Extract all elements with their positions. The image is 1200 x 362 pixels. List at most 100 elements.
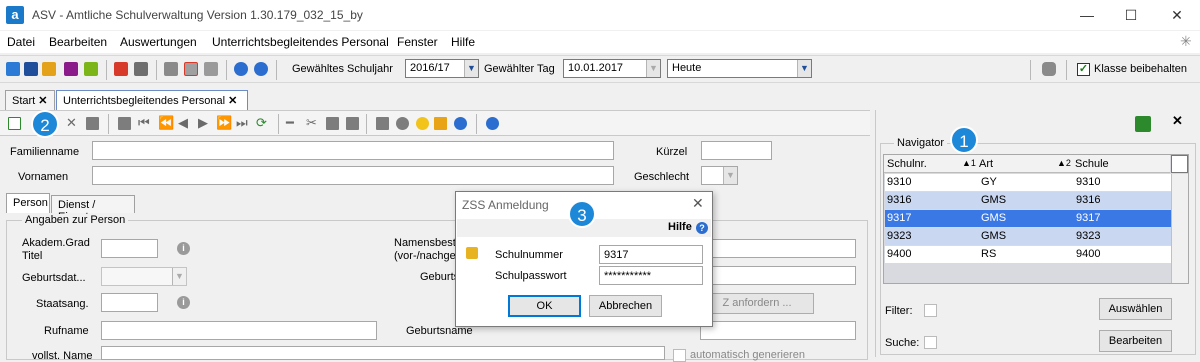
staatsang-input[interactable] <box>101 293 158 312</box>
filter-checkbox[interactable] <box>924 304 937 317</box>
bus-icon[interactable] <box>24 62 38 76</box>
maximize-button[interactable]: ☐ <box>1108 0 1154 30</box>
close-button[interactable]: ✕ <box>1154 0 1200 30</box>
table-row-selected[interactable]: 9317 GMS 9317 <box>885 210 1171 227</box>
document-icon[interactable] <box>134 62 148 76</box>
info-icon[interactable]: i <box>177 296 190 309</box>
board-icon[interactable] <box>84 62 98 76</box>
sync-icon[interactable] <box>1135 116 1151 132</box>
geburtsname-input[interactable] <box>700 321 856 340</box>
prev-record-icon[interactable]: ◀ <box>178 115 188 131</box>
help-icon[interactable] <box>254 62 268 76</box>
close-icon[interactable]: ✕ <box>228 95 237 107</box>
menu-bearbeiten[interactable]: Bearbeiten <box>49 35 107 49</box>
abbrechen-button[interactable]: Abbrechen <box>589 295 662 317</box>
auswaehlen-button[interactable]: Auswählen <box>1099 298 1172 320</box>
geburtsort-input[interactable] <box>700 266 856 285</box>
akadem-input[interactable] <box>101 239 158 258</box>
info-icon[interactable]: i <box>177 242 190 255</box>
namensbest-label-2: (vor-/nachge <box>394 250 456 262</box>
lightbulb-icon[interactable] <box>416 117 429 130</box>
settings-icon[interactable] <box>1042 62 1056 76</box>
form-icon[interactable] <box>118 117 131 130</box>
vornamen-input[interactable] <box>92 166 614 185</box>
delete-icon[interactable]: ✕ <box>66 115 77 131</box>
ok-button[interactable]: OK <box>508 295 581 317</box>
heute-select[interactable]: Heute ▼ <box>667 59 812 78</box>
schulnummer-input[interactable]: 9317 <box>599 245 703 264</box>
lightning-icon[interactable] <box>204 62 218 76</box>
eye-icon[interactable] <box>396 117 409 130</box>
vollst-name-input[interactable] <box>101 346 665 360</box>
column-chooser-icon[interactable] <box>1171 155 1188 173</box>
suche-checkbox[interactable] <box>924 336 937 349</box>
copy-record-icon[interactable] <box>326 117 339 130</box>
menu-auswertungen[interactable]: Auswertungen <box>120 35 197 49</box>
scrollbar[interactable] <box>1171 174 1188 283</box>
minus-icon[interactable]: ━ <box>286 115 294 131</box>
help-icon[interactable]: ? <box>696 222 708 234</box>
table-row[interactable]: 9316 GMS 9316 <box>885 192 1171 209</box>
lock-icon <box>466 247 478 259</box>
close-icon[interactable]: ✕ <box>692 195 704 212</box>
namensbest-input[interactable] <box>700 239 856 258</box>
tab-start[interactable]: Start ✕ <box>5 90 55 110</box>
chevron-down-icon[interactable]: ▼ <box>723 167 737 184</box>
tag-date-field[interactable]: 10.01.2017 ▼ <box>563 59 661 78</box>
users-icon[interactable] <box>6 62 20 76</box>
tab-dienst-einsatz[interactable]: Dienst / Einsatz <box>51 195 135 223</box>
refresh-icon[interactable]: ⟳ <box>256 115 267 131</box>
col-art[interactable]: Art <box>979 158 993 170</box>
auto-generate-checkbox[interactable] <box>673 349 686 362</box>
cut-icon[interactable]: ✂ <box>306 115 317 131</box>
passwort-input[interactable]: *********** <box>599 266 703 285</box>
close-icon[interactable]: ✕ <box>1172 113 1183 129</box>
schuljahr-select[interactable]: 2016/17 ▼ <box>405 59 479 78</box>
bearbeiten-button[interactable]: Bearbeiten <box>1099 330 1172 352</box>
chevron-down-icon[interactable]: ▼ <box>172 268 186 285</box>
menu-hilfe[interactable]: Hilfe <box>451 35 475 49</box>
next-record-icon[interactable]: ▶ <box>198 115 208 131</box>
chevron-down-icon[interactable]: ▼ <box>464 60 478 77</box>
book-icon[interactable] <box>114 62 128 76</box>
print-icon[interactable] <box>376 117 389 130</box>
chevron-down-icon[interactable]: ▼ <box>797 60 811 77</box>
broom-icon[interactable] <box>434 117 447 130</box>
chevron-down-icon[interactable]: ▼ <box>646 60 660 77</box>
klasse-checkbox[interactable]: ✓ <box>1077 63 1090 76</box>
menu-fenster[interactable]: Fenster <box>397 35 438 49</box>
first-record-icon[interactable]: ⏮ <box>138 115 150 131</box>
menu-unterrichtsbegleitendes-personal[interactable]: Unterrichtsbegleitendes Personal <box>212 35 389 49</box>
geschlecht-select[interactable]: ▼ <box>701 166 738 185</box>
familienname-input[interactable] <box>92 141 614 160</box>
new-record-icon[interactable] <box>8 117 21 130</box>
paste-icon[interactable] <box>346 117 359 130</box>
rufname-input[interactable] <box>101 321 377 340</box>
info-icon[interactable] <box>234 62 248 76</box>
dialog-help-label[interactable]: Hilfe <box>668 221 692 233</box>
group-icon[interactable] <box>42 62 56 76</box>
geburtsdat-input[interactable]: ▼ <box>101 267 187 286</box>
table-row[interactable]: 9400 RS 9400 <box>885 246 1171 263</box>
minimize-button[interactable]: — <box>1064 0 1110 30</box>
class-icon[interactable] <box>64 62 78 76</box>
tab-person[interactable]: Person <box>6 193 50 213</box>
help-icon[interactable] <box>486 117 499 130</box>
fast-back-icon[interactable]: ⏪ <box>158 115 174 131</box>
window-icon[interactable] <box>184 62 198 76</box>
table-row[interactable]: 9310 GY 9310 <box>885 174 1171 191</box>
namensbest-label: Namensbest <box>394 237 456 249</box>
fast-forward-icon[interactable]: ⏩ <box>216 115 232 131</box>
last-record-icon[interactable]: ⏭ <box>236 115 248 131</box>
tab-unterrichtsbegleitendes-personal[interactable]: Unterrichtsbegleitendes Personal ✕ <box>56 90 248 110</box>
anfordern-button[interactable]: Z anfordern ... <box>700 293 814 314</box>
menu-datei[interactable]: Datei <box>7 35 35 49</box>
table-row[interactable]: 9323 GMS 9323 <box>885 228 1171 245</box>
copy-icon[interactable] <box>164 62 178 76</box>
clock-icon[interactable] <box>454 117 467 130</box>
col-schule[interactable]: Schule <box>1075 158 1109 170</box>
col-schulnr[interactable]: Schulnr. <box>887 158 927 170</box>
close-icon[interactable]: ✕ <box>38 95 47 107</box>
comment-icon[interactable] <box>86 117 99 130</box>
kuerzel-input[interactable] <box>701 141 772 160</box>
